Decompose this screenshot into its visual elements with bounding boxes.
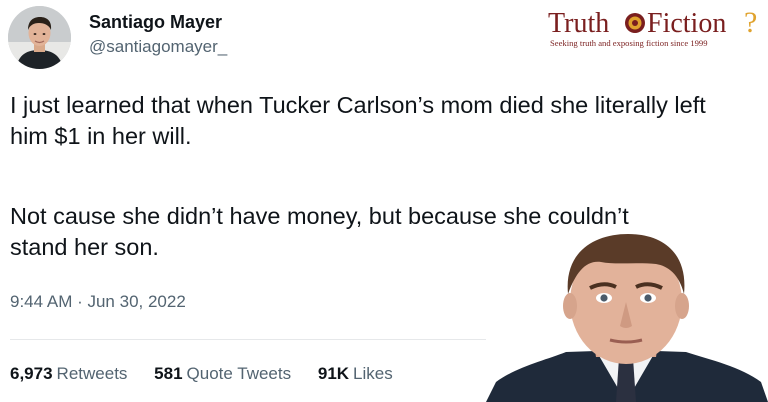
question-mark-icon: ? <box>744 6 757 39</box>
logo-graphic: Truth Fiction ? Seeking truth and exposi… <box>548 6 757 48</box>
target-icon <box>625 13 645 33</box>
tweet-text-paragraph: I just learned that when Tucker Carlson’… <box>10 92 706 149</box>
avatar-photo <box>8 6 71 69</box>
likes-label: Likes <box>353 364 393 383</box>
likes-stat[interactable]: 91K Likes <box>318 364 393 384</box>
truthorfiction-logo: Truth Fiction ? Seeking truth and exposi… <box>544 2 764 50</box>
quote-tweets-count: 581 <box>154 364 183 383</box>
logo-word-left: Truth <box>548 8 609 39</box>
author-display-name[interactable]: Santiago Mayer <box>89 12 222 33</box>
quote-tweets-label: Quote Tweets <box>186 364 292 383</box>
retweets-stat[interactable]: 6,973 Retweets <box>10 364 127 384</box>
likes-count: 91K <box>317 364 350 383</box>
tweet-timestamp[interactable]: 9:44 AM · Jun 30, 2022 <box>10 292 186 312</box>
man-photo <box>486 232 768 402</box>
quote-tweets-stat[interactable]: 581 Quote Tweets <box>154 364 291 384</box>
logo-word-right: Fiction <box>647 8 726 39</box>
photo-image <box>486 232 768 402</box>
engagement-stats: 6,973 Retweets 581 Quote Tweets 91K Likes <box>10 364 415 384</box>
logo-tagline: Seeking truth and exposing fiction since… <box>550 38 708 48</box>
avatar[interactable] <box>8 6 71 69</box>
retweets-count: 6,973 <box>10 364 53 383</box>
retweets-label: Retweets <box>56 364 128 383</box>
author-handle[interactable]: @santiagomayer_ <box>89 37 227 57</box>
tweet-card: Santiago Mayer @santiagomayer_ I just le… <box>0 0 768 402</box>
